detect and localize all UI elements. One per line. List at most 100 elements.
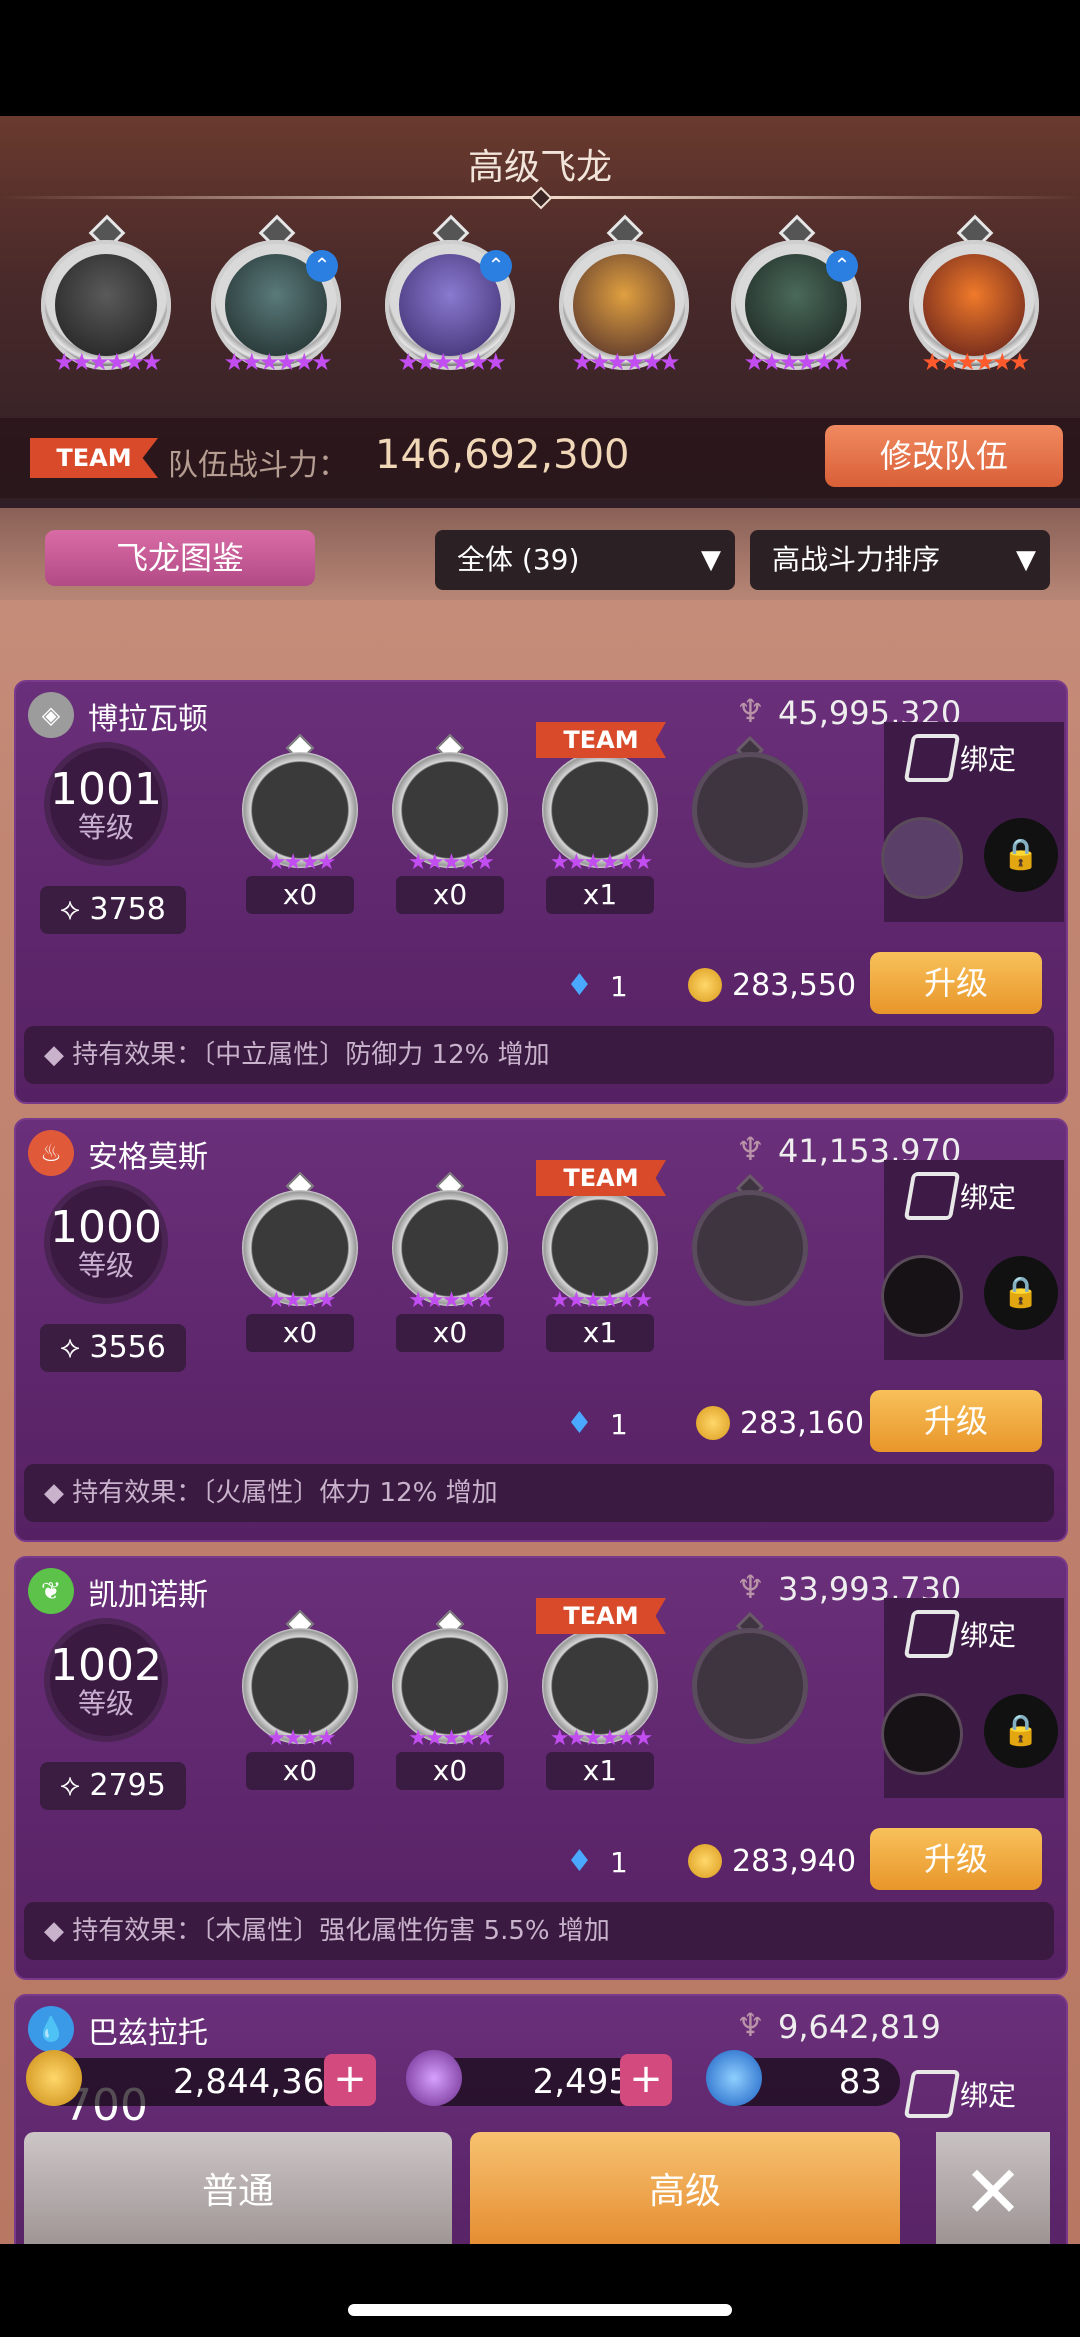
essence-cost: 1 <box>610 970 628 1003</box>
dragon-card[interactable]: ◈ 博拉瓦顿 ♆ 45,995,320 1001 等级 ⟡ 3758 ★★★★ … <box>14 680 1068 1104</box>
dragon-portrait[interactable]: ★★★★★ x0 <box>388 1609 512 1790</box>
dragon-power: 9,642,819 <box>778 2008 941 2046</box>
empty-slot[interactable] <box>688 1611 812 1752</box>
dragon-count: x1 <box>546 1752 654 1790</box>
lock-icon[interactable]: 🔒 <box>984 818 1058 892</box>
gem-icon <box>406 2050 462 2106</box>
dragon-portrait[interactable]: TEAM ★★★★★★ x1 <box>536 722 666 914</box>
upgrade-button[interactable]: 升级 <box>870 952 1042 1014</box>
page-title: 高级飞龙 <box>467 147 612 188</box>
team-slot[interactable]: ⌃ ★★★★★★ <box>380 212 520 392</box>
home-indicator[interactable] <box>348 2304 732 2316</box>
dragon-count: x0 <box>396 1314 504 1352</box>
rank-box: ⟡ 3758 <box>40 886 186 934</box>
sort-dropdown[interactable]: 高战斗力排序 ▼ <box>750 530 1050 590</box>
dragon-portrait[interactable]: ★★★★ x0 <box>238 733 362 914</box>
star-rating: ★★★★★★ <box>743 348 852 376</box>
dragon-name: 凯加诺斯 <box>88 1578 208 1613</box>
tab-advanced[interactable]: 高级 <box>470 2132 900 2252</box>
effect-bar: ◆ 持有效果：〔中立属性〕防御力 12% 增加 <box>24 1026 1054 1084</box>
empty-slot[interactable] <box>688 735 812 876</box>
team-tag: TEAM <box>536 1160 666 1196</box>
star-rating: ★★★★★★ <box>397 348 506 376</box>
upgrade-arrow-icon: ⌃ <box>480 250 512 282</box>
dragon-card[interactable]: ❦ 凯加诺斯 ♆ 33,993,730 1002 等级 ⟡ 2795 ★★★★ … <box>14 1556 1068 1980</box>
empty-slot[interactable] <box>688 1173 812 1314</box>
dragon-portrait[interactable]: TEAM ★★★★★★ x1 <box>536 1160 666 1352</box>
team-badge: TEAM <box>30 438 158 478</box>
edit-team-button[interactable]: 修改队伍 <box>825 425 1063 487</box>
coin-cost: 283,160 <box>740 1406 865 1441</box>
dragon-portrait[interactable]: ★★★★ x0 <box>238 1609 362 1790</box>
bind-icon <box>903 1172 961 1220</box>
team-slot[interactable]: ★★★★★★ <box>36 212 176 392</box>
coin-icon <box>688 968 722 1002</box>
dragon-codex-button[interactable]: 飞龙图鉴 <box>45 530 315 586</box>
star-rating: ★★★★★ <box>408 1726 495 1751</box>
bind-slot[interactable] <box>884 1696 960 1772</box>
star-rating: ★★★★★★ <box>921 348 1030 376</box>
star-rating: ★★★★★★ <box>549 1726 653 1751</box>
dragon-portrait[interactable]: ★★★★ x0 <box>238 1171 362 1352</box>
bind-icon <box>903 734 961 782</box>
power-icon: ♆ <box>736 1568 765 1606</box>
dragon-portrait[interactable]: ★★★★★ x0 <box>388 733 512 914</box>
team-slot[interactable]: ★★★★★★ <box>904 212 1044 392</box>
bound-dragon-slot[interactable] <box>884 820 960 896</box>
team-power-label: 队伍战斗力： <box>168 448 348 483</box>
dragon-portrait[interactable]: ★★★★★ x0 <box>388 1171 512 1352</box>
fire-icon: ♨ <box>28 1130 74 1176</box>
gold-amount: 2,844,367 <box>36 2058 362 2106</box>
star-rating: ★★★★★★ <box>549 850 653 875</box>
tab-normal[interactable]: 普通 <box>24 2132 452 2252</box>
star-rating: ★★★★★★ <box>571 348 680 376</box>
upgrade-arrow-icon: ⌃ <box>306 250 338 282</box>
bind-label: 绑定 <box>960 1181 1017 1214</box>
dragon-portrait[interactable]: TEAM ★★★★★★ x1 <box>536 1598 666 1790</box>
dragon-count: x0 <box>396 1752 504 1790</box>
team-power-value: 146,692,300 <box>375 432 630 478</box>
team-slot[interactable]: ⌃ ★★★★★★ <box>726 212 866 392</box>
dragon-card[interactable]: ♨ 安格莫斯 ♆ 41,153,970 1000 等级 ⟡ 3556 ★★★★ … <box>14 1118 1068 1542</box>
star-rating: ★★★★★ <box>408 850 495 875</box>
bottom-bar <box>0 2244 1080 2337</box>
lock-icon[interactable]: 🔒 <box>984 1694 1058 1768</box>
leaf-icon: ❦ <box>28 1568 74 1614</box>
star-rating: ★★★★ <box>266 850 337 875</box>
lock-icon[interactable]: 🔒 <box>984 1256 1058 1330</box>
bind-label: 绑定 <box>960 1619 1017 1652</box>
filter-dropdown[interactable]: 全体 (39) ▼ <box>435 530 735 590</box>
essence-cost: 1 <box>610 1846 628 1879</box>
star-rating: ★★★★★★ <box>53 348 162 376</box>
coin-cost: 283,550 <box>732 968 857 1003</box>
upgrade-button[interactable]: 升级 <box>870 1828 1042 1890</box>
rank-box: ⟡ 2795 <box>40 1762 186 1810</box>
upgrade-button[interactable]: 升级 <box>870 1390 1042 1452</box>
gold-coin-icon <box>26 2050 82 2106</box>
chevron-down-icon: ▼ <box>701 545 721 575</box>
status-bar <box>0 0 1080 116</box>
add-gold-button[interactable]: + <box>324 2054 376 2106</box>
dragon-count: x1 <box>546 1314 654 1352</box>
coin-icon <box>688 1844 722 1878</box>
effect-bar: ◆ 持有效果：〔木属性〕强化属性伤害 5.5% 增加 <box>24 1902 1054 1960</box>
bind-label: 绑定 <box>960 2079 1017 2112</box>
dragon-count: x0 <box>246 1314 354 1352</box>
dragon-name: 博拉瓦顿 <box>88 702 208 737</box>
team-slot[interactable]: ★★★★★★ <box>554 212 694 392</box>
essence-icon: ♦ <box>566 968 593 1003</box>
effect-bar: ◆ 持有效果：〔火属性〕体力 12% 增加 <box>24 1464 1054 1522</box>
close-icon[interactable]: ✕ <box>936 2132 1050 2252</box>
star-rating: ★★★★ <box>266 1288 337 1313</box>
bind-slot[interactable] <box>884 1258 960 1334</box>
star-rating: ★★★★★★ <box>223 348 332 376</box>
coin-cost: 283,940 <box>732 1844 857 1879</box>
level-label: 等级 <box>77 1687 134 1720</box>
add-gems-button[interactable]: + <box>620 2054 672 2106</box>
essence-icon: ♦ <box>566 1406 593 1441</box>
rank-value: 3758 <box>89 892 166 927</box>
dragon-count: x0 <box>246 1752 354 1790</box>
essence-flame-icon <box>706 2050 762 2106</box>
team-slot[interactable]: ⌃ ★★★★★★ <box>206 212 346 392</box>
water-icon: 💧 <box>28 2006 74 2052</box>
